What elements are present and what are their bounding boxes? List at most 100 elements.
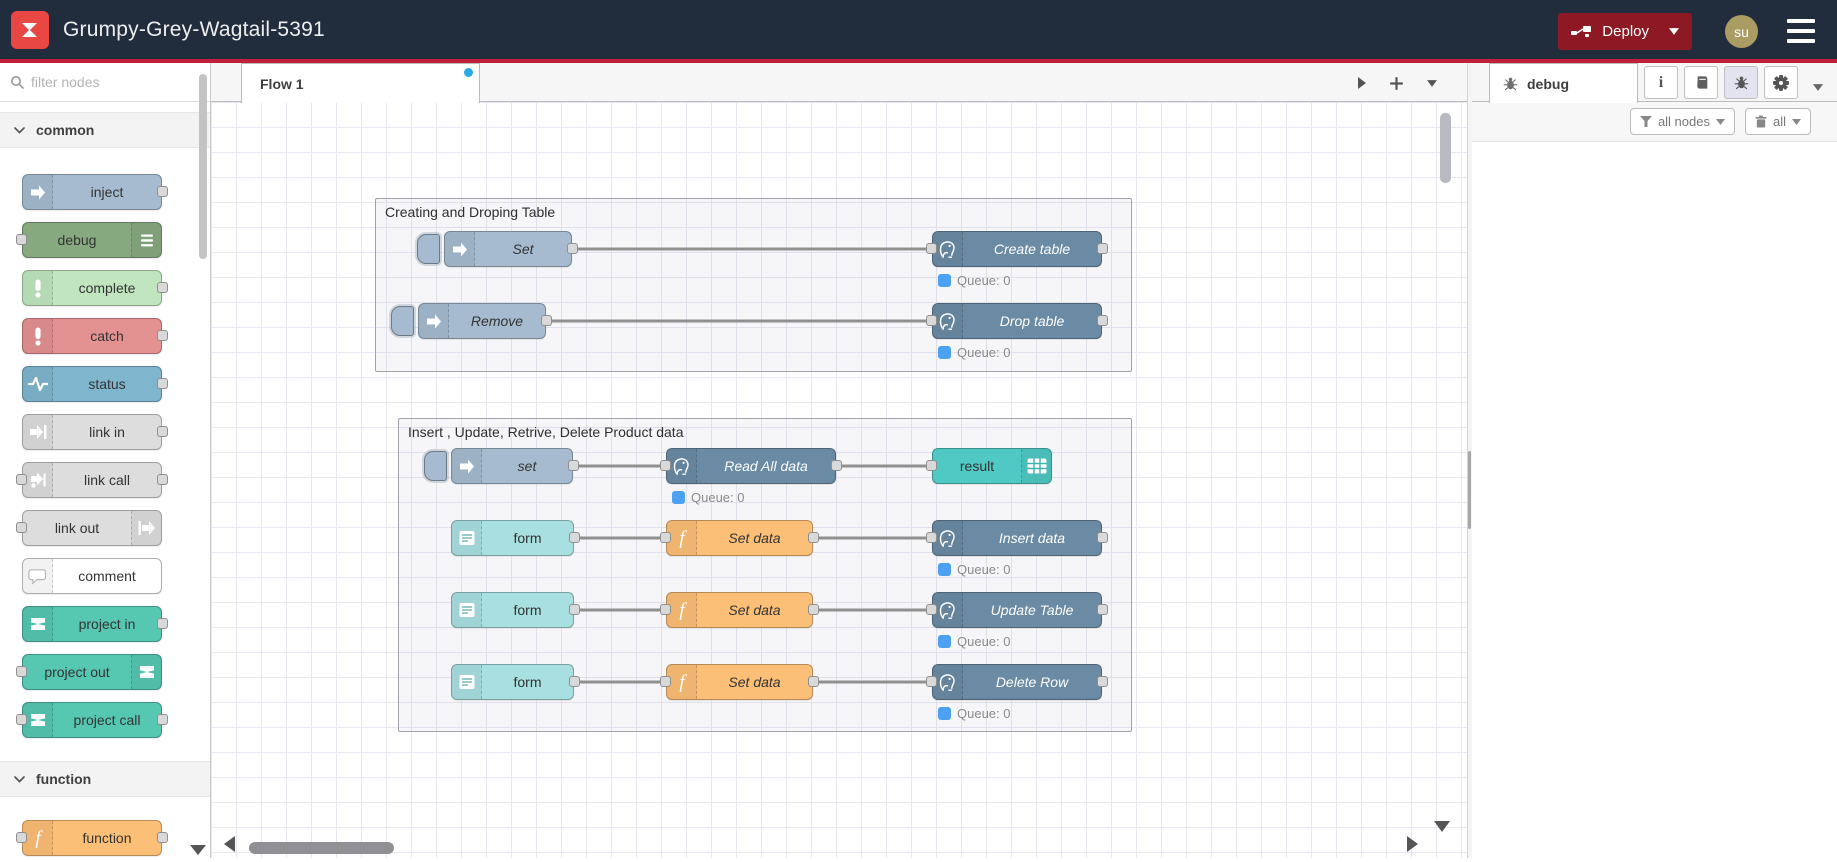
flow-node-set-data[interactable]: f Set data [660, 592, 819, 628]
flow-node-delete-row[interactable]: Delete Row [926, 664, 1108, 700]
node-port-input[interactable] [926, 604, 937, 615]
node-port-output[interactable] [808, 676, 819, 687]
node-port-output[interactable] [157, 618, 168, 629]
node-port-output[interactable] [1097, 676, 1108, 687]
node-port-input[interactable] [16, 474, 27, 485]
flow-node-form[interactable]: form [451, 592, 580, 628]
inject-trigger-button[interactable] [417, 234, 440, 264]
flow-node-form[interactable]: form [451, 664, 580, 700]
node-port-output[interactable] [1097, 532, 1108, 543]
flow-node-set[interactable]: Set [417, 231, 578, 267]
palette-node-link-call[interactable]: link call [16, 462, 168, 498]
palette-node-status[interactable]: status [22, 366, 168, 402]
add-flow-button[interactable] [1385, 73, 1407, 93]
node-port-output[interactable] [1097, 243, 1108, 254]
node-port-input[interactable] [926, 676, 937, 687]
canvas-scroll-left-icon[interactable] [224, 836, 235, 852]
flow-node-read-all-data[interactable]: Read All data [660, 448, 842, 484]
node-port-output[interactable] [157, 474, 168, 485]
palette-node-project-in[interactable]: project in [22, 606, 168, 642]
node-port-input[interactable] [660, 460, 671, 471]
debug-clear-button[interactable]: all [1744, 108, 1811, 135]
sidebar-tabs-caret-icon[interactable] [1813, 78, 1823, 96]
node-port-output[interactable] [569, 604, 580, 615]
palette-node-complete[interactable]: complete [22, 270, 168, 306]
palette-node-link-in[interactable]: link in [22, 414, 168, 450]
divider-handle[interactable] [1468, 451, 1471, 529]
node-port-output[interactable] [831, 460, 842, 471]
node-port-output[interactable] [1097, 315, 1108, 326]
node-port-output[interactable] [157, 832, 168, 843]
tab-scroll-right-icon[interactable] [1351, 73, 1373, 93]
sidebar-debug-button[interactable] [1724, 66, 1758, 99]
node-port-output[interactable] [157, 330, 168, 341]
tab-flow-1[interactable]: Flow 1 [241, 63, 480, 103]
flow-node-set-data[interactable]: f Set data [660, 664, 819, 700]
node-port-output[interactable] [808, 604, 819, 615]
main-menu-button[interactable] [1787, 19, 1815, 43]
debug-filter-button[interactable]: all nodes [1629, 108, 1735, 135]
flow-node-set[interactable]: set [424, 448, 579, 484]
flow-canvas[interactable]: Creating and Droping Table Insert , Updat… [211, 102, 1467, 858]
palette-filter-input[interactable] [31, 74, 171, 90]
node-port-output[interactable] [157, 186, 168, 197]
flow-node-insert-data[interactable]: Insert data [926, 520, 1108, 556]
node-port-output[interactable] [1097, 604, 1108, 615]
inject-trigger-button[interactable] [391, 306, 414, 336]
node-port-input[interactable] [16, 666, 27, 677]
node-port-output[interactable] [157, 378, 168, 389]
node-port-input[interactable] [16, 714, 27, 725]
palette-node-inject[interactable]: inject [22, 174, 168, 210]
node-port-output[interactable] [569, 532, 580, 543]
node-port-input[interactable] [16, 234, 27, 245]
node-port-output[interactable] [157, 282, 168, 293]
palette-node-project-out[interactable]: project out [16, 654, 162, 690]
flow-node-drop-table[interactable]: Drop table [926, 303, 1108, 339]
node-port-input[interactable] [926, 315, 937, 326]
node-port-input[interactable] [926, 532, 937, 543]
deploy-button[interactable]: Deploy [1558, 13, 1692, 50]
sidebar-help-button[interactable] [1684, 66, 1718, 99]
node-port-input[interactable] [660, 676, 671, 687]
node-port-output[interactable] [157, 426, 168, 437]
flow-node-result[interactable]: result [926, 448, 1052, 484]
node-port-output[interactable] [541, 315, 552, 326]
palette-node-catch[interactable]: catch [22, 318, 168, 354]
flow-node-create-table[interactable]: Create table [926, 231, 1108, 267]
node-port-output[interactable] [567, 243, 578, 254]
canvas-scroll-down-icon[interactable] [1434, 821, 1450, 832]
flow-node-remove[interactable]: Remove [391, 303, 552, 339]
canvas-scroll-right-icon[interactable] [1407, 836, 1418, 852]
flow-node-set-data[interactable]: f Set data [660, 520, 819, 556]
palette-scroll-down-icon[interactable] [190, 845, 206, 855]
palette-node-project-call[interactable]: project call [16, 702, 168, 738]
node-port-input[interactable] [16, 522, 27, 533]
palette-node-debug[interactable]: debug [16, 222, 162, 258]
palette-node-function[interactable]: f function [16, 820, 168, 856]
tab-debug[interactable]: debug [1489, 63, 1638, 103]
node-port-input[interactable] [660, 532, 671, 543]
node-port-input[interactable] [660, 604, 671, 615]
node-port-input[interactable] [16, 832, 27, 843]
flow-node-update-table[interactable]: Update Table [926, 592, 1108, 628]
node-port-output[interactable] [157, 714, 168, 725]
node-port-output[interactable] [808, 532, 819, 543]
node-port-input[interactable] [926, 460, 937, 471]
node-port-output[interactable] [569, 676, 580, 687]
palette-node-comment[interactable]: comment [22, 558, 162, 594]
sidebar-config-button[interactable] [1764, 66, 1798, 99]
flow-list-caret-icon[interactable] [1421, 73, 1443, 93]
node-port-output[interactable] [568, 460, 579, 471]
deploy-options-caret-icon[interactable] [1669, 28, 1679, 35]
flow-node-form[interactable]: form [451, 520, 580, 556]
canvas-hscrollbar-thumb[interactable] [249, 842, 394, 854]
sidebar-info-button[interactable]: i [1644, 66, 1678, 99]
canvas-vscrollbar-thumb[interactable] [1440, 113, 1451, 183]
user-avatar[interactable]: su [1725, 15, 1758, 48]
inject-trigger-button[interactable] [424, 451, 447, 481]
palette-node-link-out[interactable]: link out [16, 510, 162, 546]
palette-category-function[interactable]: function [0, 761, 210, 797]
palette-category-common[interactable]: common [0, 112, 210, 148]
node-port-input[interactable] [926, 243, 937, 254]
palette-scrollbar-thumb[interactable] [199, 74, 207, 259]
